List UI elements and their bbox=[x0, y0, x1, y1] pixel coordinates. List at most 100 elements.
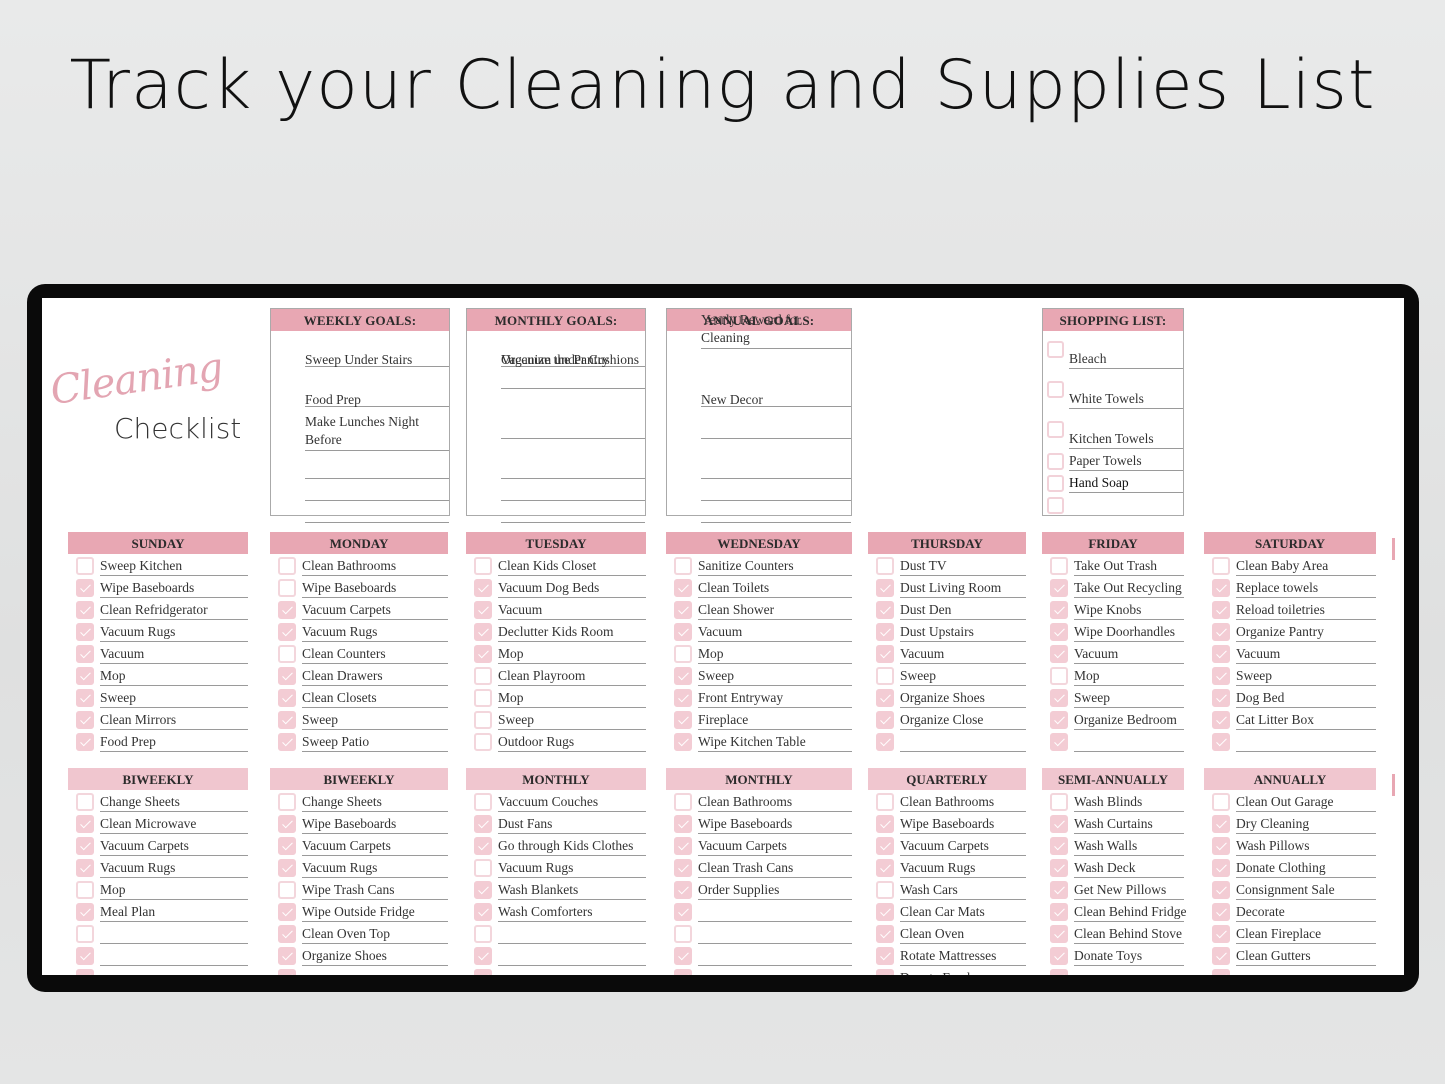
shopping-checkbox[interactable] bbox=[1047, 497, 1064, 514]
task-label[interactable]: Sweep bbox=[302, 710, 448, 730]
task-label[interactable] bbox=[1236, 968, 1376, 975]
task-label[interactable]: Clean Oven Top bbox=[302, 924, 448, 944]
task-label[interactable]: Reload toiletries bbox=[1236, 600, 1376, 620]
task-label[interactable]: Meal Plan bbox=[100, 902, 248, 922]
task-label[interactable] bbox=[100, 924, 248, 944]
checkbox-checked[interactable] bbox=[674, 601, 692, 619]
checkbox-checked[interactable] bbox=[1212, 859, 1230, 877]
checkbox-checked[interactable] bbox=[1212, 881, 1230, 899]
task-label[interactable]: Clean Shower bbox=[698, 600, 852, 620]
shopping-item[interactable]: Bleach bbox=[1069, 349, 1183, 369]
checkbox-unchecked[interactable] bbox=[278, 793, 296, 811]
task-label[interactable] bbox=[900, 732, 1026, 752]
task-label[interactable]: Dust TV bbox=[900, 556, 1026, 576]
checkbox-unchecked[interactable] bbox=[76, 793, 94, 811]
task-label[interactable]: Vacuum Dog Beds bbox=[498, 578, 646, 598]
task-label[interactable]: Front Entryway bbox=[698, 688, 852, 708]
goal-item[interactable] bbox=[701, 483, 851, 501]
task-label[interactable]: Food Prep bbox=[100, 732, 248, 752]
checkbox-checked[interactable] bbox=[876, 689, 894, 707]
goal-item[interactable]: Food Prep bbox=[305, 389, 449, 407]
task-label[interactable]: Wipe Outside Fridge bbox=[302, 902, 448, 922]
checkbox-checked[interactable] bbox=[1050, 579, 1068, 597]
task-label[interactable] bbox=[498, 968, 646, 975]
task-label[interactable]: Vacuum Rugs bbox=[302, 622, 448, 642]
task-label[interactable]: Replace towels bbox=[1236, 578, 1376, 598]
checkbox-checked[interactable] bbox=[76, 711, 94, 729]
checkbox-checked[interactable] bbox=[76, 947, 94, 965]
task-label[interactable]: Wipe Knobs bbox=[1074, 600, 1184, 620]
checkbox-unchecked[interactable] bbox=[1212, 557, 1230, 575]
task-label[interactable] bbox=[1074, 732, 1184, 752]
checkbox-checked[interactable] bbox=[76, 969, 94, 975]
checkbox-checked[interactable] bbox=[1212, 903, 1230, 921]
checkbox-unchecked[interactable] bbox=[1050, 667, 1068, 685]
task-label[interactable]: Wipe Baseboards bbox=[100, 578, 248, 598]
checkbox-checked[interactable] bbox=[474, 623, 492, 641]
checkbox-checked[interactable] bbox=[474, 881, 492, 899]
checkbox-checked[interactable] bbox=[674, 837, 692, 855]
task-label[interactable] bbox=[498, 946, 646, 966]
checkbox-checked[interactable] bbox=[1212, 689, 1230, 707]
task-label[interactable]: Wipe Baseboards bbox=[698, 814, 852, 834]
task-label[interactable]: Wash Blankets bbox=[498, 880, 646, 900]
checkbox-checked[interactable] bbox=[76, 903, 94, 921]
goal-item[interactable] bbox=[305, 483, 449, 501]
checkbox-checked[interactable] bbox=[474, 947, 492, 965]
shopping-checkbox[interactable] bbox=[1047, 475, 1064, 492]
task-label[interactable]: Mop bbox=[698, 644, 852, 664]
task-label[interactable]: Organize Pantry bbox=[1236, 622, 1376, 642]
task-label[interactable]: Sweep bbox=[1074, 688, 1184, 708]
goal-item[interactable] bbox=[305, 505, 449, 523]
goal-item[interactable] bbox=[701, 505, 851, 523]
task-label[interactable]: Clean Bathrooms bbox=[698, 792, 852, 812]
checkbox-checked[interactable] bbox=[76, 645, 94, 663]
shopping-item[interactable]: Hand Soap bbox=[1069, 473, 1183, 493]
task-label[interactable]: Dust Den bbox=[900, 600, 1026, 620]
checkbox-unchecked[interactable] bbox=[76, 557, 94, 575]
checkbox-unchecked[interactable] bbox=[76, 881, 94, 899]
checkbox-checked[interactable] bbox=[674, 947, 692, 965]
checkbox-unchecked[interactable] bbox=[674, 645, 692, 663]
checkbox-unchecked[interactable] bbox=[474, 733, 492, 751]
checkbox-unchecked[interactable] bbox=[1050, 793, 1068, 811]
task-label[interactable]: Sweep Patio bbox=[302, 732, 448, 752]
task-label[interactable]: Wash Walls bbox=[1074, 836, 1184, 856]
task-label[interactable]: Clean Behind Fridge bbox=[1074, 902, 1186, 922]
checkbox-checked[interactable] bbox=[1212, 969, 1230, 975]
task-label[interactable]: Clean Out Garage bbox=[1236, 792, 1376, 812]
task-label[interactable]: Order Supplies bbox=[698, 880, 852, 900]
task-label[interactable]: Vacuum Carpets bbox=[698, 836, 852, 856]
checkbox-checked[interactable] bbox=[1050, 733, 1068, 751]
checkbox-checked[interactable] bbox=[674, 969, 692, 975]
checkbox-checked[interactable] bbox=[674, 667, 692, 685]
checkbox-checked[interactable] bbox=[1212, 667, 1230, 685]
task-label[interactable] bbox=[100, 946, 248, 966]
checkbox-checked[interactable] bbox=[674, 881, 692, 899]
goal-item[interactable]: Make Lunches Night Before bbox=[305, 411, 449, 451]
checkbox-checked[interactable] bbox=[876, 645, 894, 663]
task-label[interactable] bbox=[698, 902, 852, 922]
checkbox-checked[interactable] bbox=[76, 667, 94, 685]
task-label[interactable]: Sanitize Counters bbox=[698, 556, 852, 576]
task-label[interactable]: Clean Bathrooms bbox=[302, 556, 448, 576]
task-label[interactable]: Wash Deck bbox=[1074, 858, 1184, 878]
shopping-item[interactable]: Paper Towels bbox=[1069, 451, 1183, 471]
task-label[interactable]: Clean Fireplace bbox=[1236, 924, 1376, 944]
checkbox-checked[interactable] bbox=[876, 925, 894, 943]
checkbox-checked[interactable] bbox=[674, 689, 692, 707]
checkbox-unchecked[interactable] bbox=[474, 711, 492, 729]
task-label[interactable]: Clean Drawers bbox=[302, 666, 448, 686]
checkbox-checked[interactable] bbox=[1050, 903, 1068, 921]
goal-item[interactable] bbox=[501, 505, 645, 523]
task-label[interactable]: Clean Trash Cans bbox=[698, 858, 852, 878]
task-label[interactable]: Sweep bbox=[698, 666, 852, 686]
checkbox-checked[interactable] bbox=[674, 815, 692, 833]
task-label[interactable]: Wipe Trash Cans bbox=[302, 880, 448, 900]
checkbox-checked[interactable] bbox=[474, 815, 492, 833]
checkbox-unchecked[interactable] bbox=[876, 881, 894, 899]
shopping-item[interactable]: White Towels bbox=[1069, 389, 1183, 409]
checkbox-checked[interactable] bbox=[474, 601, 492, 619]
task-label[interactable]: Vacuum bbox=[100, 644, 248, 664]
task-label[interactable]: Dust Fans bbox=[498, 814, 646, 834]
